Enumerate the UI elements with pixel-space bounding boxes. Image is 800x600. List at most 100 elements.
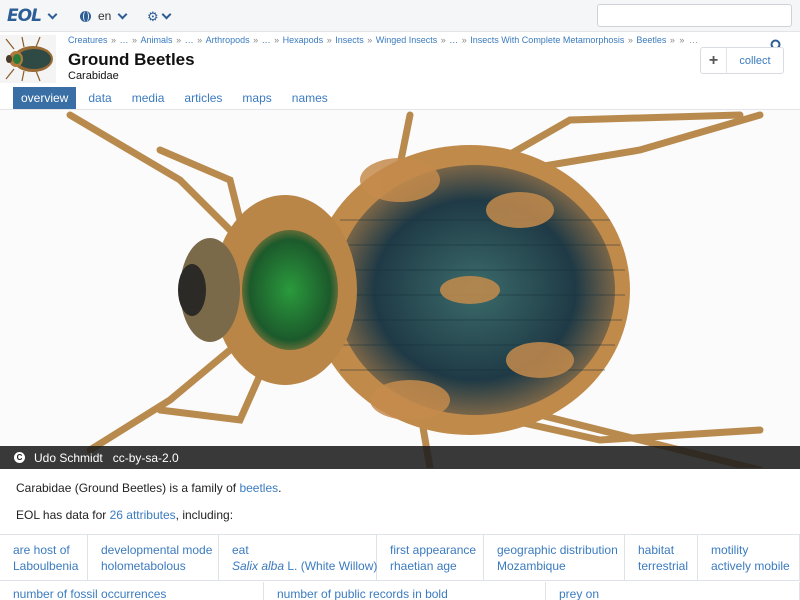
trait-cell[interactable]: first appearance rhaetian age bbox=[377, 535, 484, 581]
breadcrumb-separator: » bbox=[324, 35, 335, 45]
page-title: Ground Beetles bbox=[68, 50, 195, 69]
description-text: Carabidae (Ground Beetles) is a family o… bbox=[16, 481, 240, 495]
breadcrumb-item[interactable]: Arthropods bbox=[206, 35, 250, 45]
breadcrumb-separator: » bbox=[679, 35, 687, 45]
trait-value: rhaetian age bbox=[390, 558, 483, 574]
description-text: . bbox=[278, 481, 282, 495]
breadcrumb-separator: » bbox=[459, 35, 470, 45]
traits-grid: are host of Laboulbenia developmental mode… bbox=[0, 534, 800, 600]
language-label: en bbox=[98, 9, 112, 23]
chevron-down-icon bbox=[161, 9, 172, 19]
trait-name: habitat bbox=[638, 543, 675, 557]
trait-value: actively mobile bbox=[711, 558, 799, 574]
trait-value: Mozambique bbox=[497, 558, 624, 574]
search-input[interactable] bbox=[597, 4, 792, 27]
trait-value-text: Mozambique bbox=[497, 559, 566, 573]
attributes-link[interactable]: 26 attributes bbox=[110, 508, 176, 522]
trait-name: motility bbox=[711, 543, 749, 557]
trait-cell[interactable]: habitat terrestrial bbox=[625, 535, 698, 581]
breadcrumb-separator: » bbox=[194, 35, 205, 45]
plus-icon: + bbox=[701, 48, 727, 73]
gear-icon: ⚙ bbox=[147, 8, 159, 24]
trait-value-text: Laboulbenia bbox=[13, 559, 79, 573]
trait-cell[interactable]: are host of Laboulbenia bbox=[0, 535, 88, 581]
trait-value: Salix alba L. (White Willow) bbox=[232, 558, 378, 574]
breadcrumb-item[interactable]: … bbox=[262, 35, 271, 45]
tab-articles[interactable]: articles bbox=[176, 87, 230, 109]
globe-icon bbox=[80, 10, 91, 22]
trait-cell[interactable]: prey on bbox=[546, 582, 800, 600]
trait-name: first appearance bbox=[390, 543, 477, 557]
tab-media[interactable]: media bbox=[124, 87, 173, 109]
breadcrumb-item[interactable]: … bbox=[185, 35, 194, 45]
beetle-photo bbox=[66, 111, 764, 468]
breadcrumb-item[interactable]: Beetles bbox=[636, 35, 666, 45]
page-tabs: overview data media articles maps names bbox=[13, 87, 340, 109]
trait-name: geographic distribution bbox=[497, 543, 618, 557]
trait-value: holometabolous bbox=[101, 558, 218, 574]
breadcrumb-item[interactable]: … bbox=[120, 35, 129, 45]
trait-value-text: actively mobile bbox=[711, 559, 790, 573]
trait-value-text: rhaetian age bbox=[390, 559, 457, 573]
trait-name: are host of bbox=[13, 543, 70, 557]
breadcrumb-item[interactable]: Creatures bbox=[68, 35, 108, 45]
tab-maps[interactable]: maps bbox=[234, 87, 279, 109]
attribution-license: cc-by-sa-2.0 bbox=[112, 450, 179, 465]
trait-value-text: L. (White Willow) bbox=[284, 559, 378, 573]
trait-name: developmental mode bbox=[101, 543, 213, 557]
hero-image[interactable] bbox=[0, 110, 800, 468]
trait-value: Laboulbenia bbox=[13, 558, 87, 574]
breadcrumb-separator: » bbox=[271, 35, 282, 45]
settings-menu[interactable]: ⚙ bbox=[147, 0, 172, 32]
image-attribution: C Udo Schmidt cc-by-sa-2.0 bbox=[0, 446, 800, 469]
attributes-summary: EOL has data for 26 attributes, includin… bbox=[16, 508, 233, 522]
breadcrumb-separator: » bbox=[173, 35, 184, 45]
language-menu[interactable]: en bbox=[80, 0, 128, 32]
eol-logo-menu[interactable]: EOL bbox=[7, 0, 58, 32]
trait-value: terrestrial bbox=[638, 558, 697, 574]
taxon-thumbnail[interactable] bbox=[0, 35, 56, 83]
trait-value-text: terrestrial bbox=[638, 559, 689, 573]
trait-cell[interactable]: motility actively mobile bbox=[698, 535, 800, 581]
breadcrumb-separator: » bbox=[667, 35, 678, 45]
trait-cell[interactable]: geographic distribution Mozambique bbox=[484, 535, 625, 581]
trait-value-italic: Salix alba bbox=[232, 559, 285, 573]
collect-button[interactable]: + collect bbox=[700, 47, 784, 74]
trait-cell[interactable]: number of fossil occurrences bbox=[0, 582, 264, 600]
breadcrumb-item[interactable]: … bbox=[449, 35, 458, 45]
breadcrumb-separator: » bbox=[108, 35, 119, 45]
trait-cell[interactable]: developmental mode holometabolous bbox=[88, 535, 219, 581]
trait-name: eat bbox=[232, 543, 249, 557]
eol-logo: EOL bbox=[7, 6, 42, 26]
breadcrumb: Creatures » … » Animals » … » Arthropods… bbox=[68, 35, 699, 45]
chevron-down-icon bbox=[117, 9, 128, 19]
tab-names[interactable]: names bbox=[284, 87, 336, 109]
chevron-down-icon bbox=[47, 9, 58, 19]
page-header: Creatures » … » Animals » … » Arthropods… bbox=[0, 32, 800, 88]
breadcrumb-item[interactable]: Hexapods bbox=[283, 35, 324, 45]
breadcrumb-item[interactable]: Insects bbox=[335, 35, 364, 45]
trait-value-text: holometabolous bbox=[101, 559, 186, 573]
summary-text: , including: bbox=[175, 508, 234, 522]
collect-label: collect bbox=[739, 54, 771, 67]
beetles-link[interactable]: beetles bbox=[239, 481, 278, 495]
breadcrumb-separator: » bbox=[129, 35, 140, 45]
breadcrumb-separator: » bbox=[625, 35, 636, 45]
attribution-author: Udo Schmidt bbox=[34, 450, 103, 465]
breadcrumb-item[interactable]: Insects With Complete Metamorphosis bbox=[470, 35, 624, 45]
tab-overview[interactable]: overview bbox=[13, 87, 77, 109]
trait-cell[interactable]: eat Salix alba L. (White Willow) bbox=[219, 535, 377, 581]
breadcrumb-separator: » bbox=[364, 35, 375, 45]
family-description: Carabidae (Ground Beetles) is a family o… bbox=[16, 481, 281, 495]
trait-cell[interactable]: number of public records in bold bbox=[264, 582, 546, 600]
tab-data[interactable]: data bbox=[80, 87, 119, 109]
breadcrumb-item[interactable]: Animals bbox=[141, 35, 173, 45]
summary-text: EOL has data for bbox=[16, 508, 110, 522]
breadcrumb-item[interactable]: Winged Insects bbox=[376, 35, 438, 45]
breadcrumb-separator: » bbox=[250, 35, 261, 45]
breadcrumb-ellipsis: … bbox=[688, 35, 698, 45]
copyright-icon: C bbox=[14, 452, 25, 463]
page-subtitle: Carabidae bbox=[68, 70, 119, 82]
top-bar: EOL en ⚙ bbox=[0, 0, 800, 32]
breadcrumb-separator: » bbox=[438, 35, 449, 45]
